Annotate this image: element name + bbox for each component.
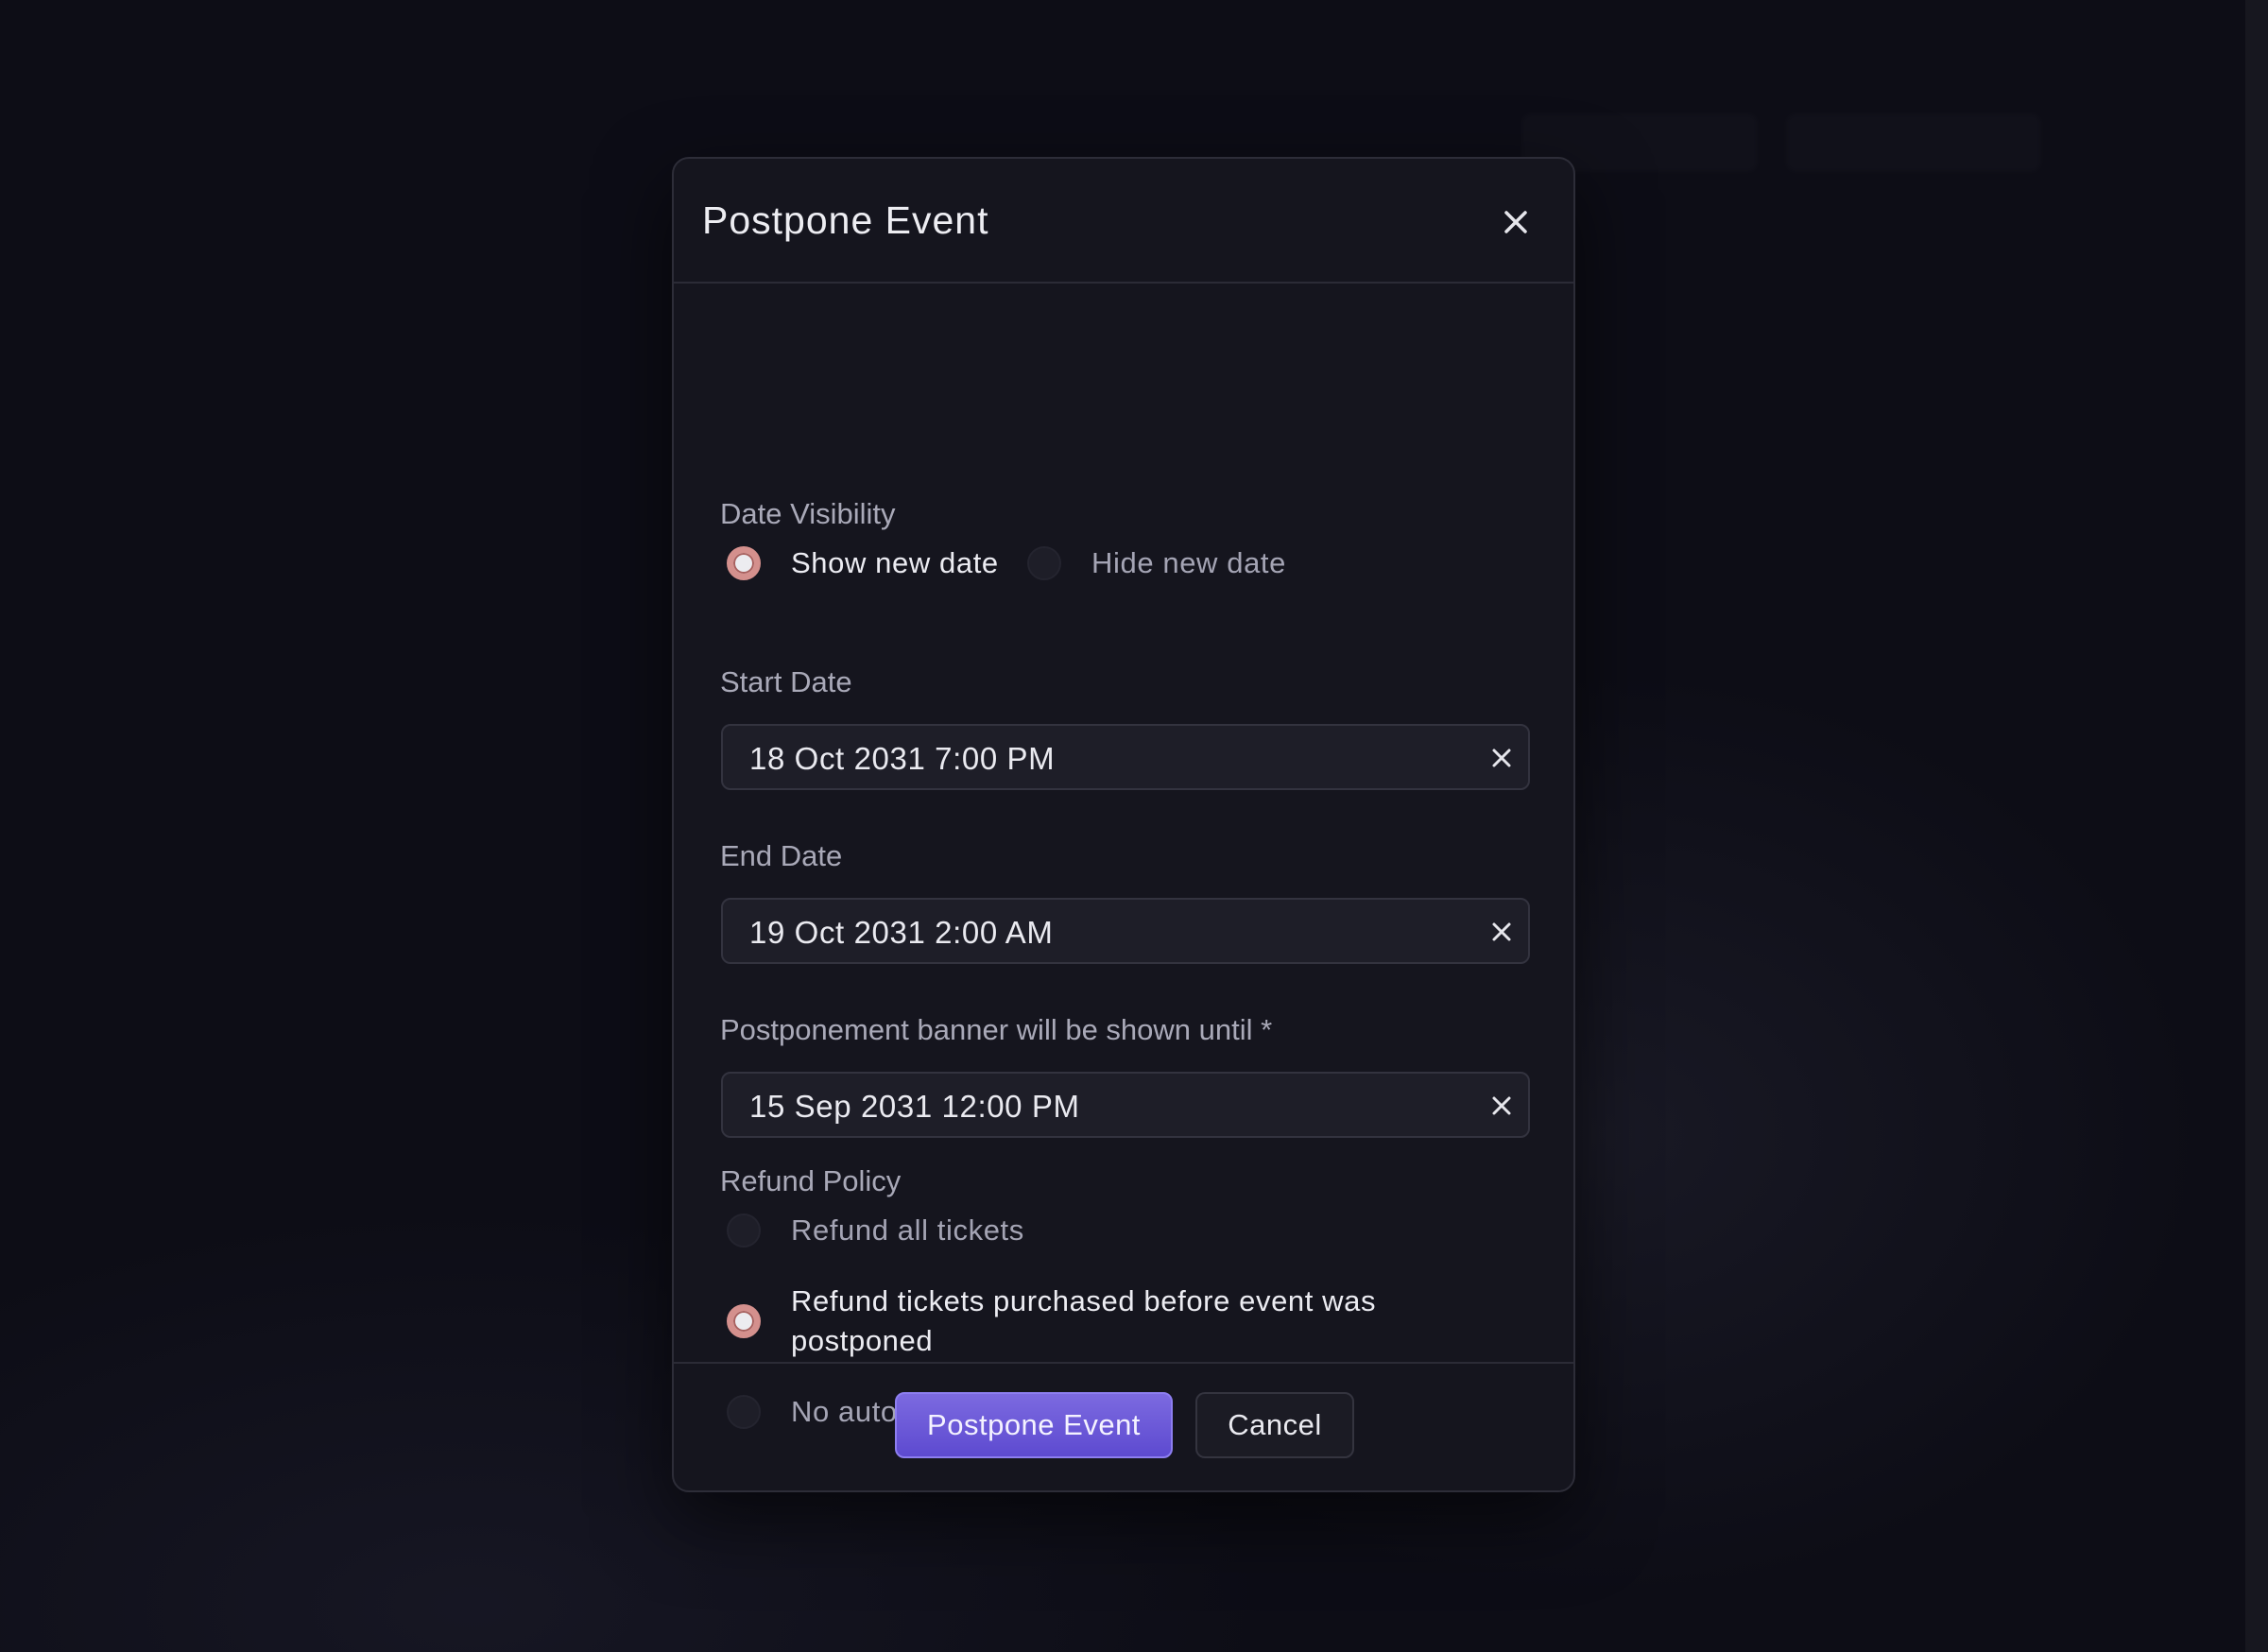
start-date-value: 18 Oct 2031 7:00 PM [749, 741, 1056, 776]
banner-until-input[interactable]: 15 Sep 2031 12:00 PM [721, 1072, 1530, 1138]
banner-until-label: Postponement banner will be shown until … [720, 1013, 1273, 1046]
end-date-value: 19 Oct 2031 2:00 AM [749, 915, 1054, 950]
postpone-event-dialog: Postpone Event Date Visibility Show new … [672, 157, 1575, 1492]
end-date-label: End Date [720, 839, 843, 872]
dialog-footer: Postpone Event Cancel [674, 1362, 1573, 1490]
dialog-header: Postpone Event [674, 159, 1573, 284]
radio-label: Refund all tickets [791, 1213, 1024, 1247]
radio-hide-new-date[interactable]: Hide new date [1027, 546, 1286, 580]
dialog-title: Postpone Event [702, 198, 989, 242]
close-button[interactable] [1500, 206, 1532, 238]
clear-start-date-button[interactable] [1490, 747, 1513, 769]
clear-icon [1492, 1096, 1511, 1115]
page-background: Postpone Event Date Visibility Show new … [0, 0, 2268, 1652]
start-date-label: Start Date [720, 665, 852, 698]
radio-refund-all[interactable]: Refund all tickets [727, 1213, 1024, 1248]
radio-label: Show new date [791, 546, 999, 579]
radio-indicator-selected[interactable] [727, 1304, 761, 1338]
clear-banner-until-button[interactable] [1490, 1094, 1513, 1117]
clear-icon [1492, 749, 1511, 767]
clear-icon [1492, 922, 1511, 941]
start-date-input[interactable]: 18 Oct 2031 7:00 PM [721, 724, 1530, 790]
radio-show-new-date[interactable]: Show new date [727, 546, 999, 580]
end-date-input[interactable]: 19 Oct 2031 2:00 AM [721, 898, 1530, 964]
radio-indicator[interactable] [727, 1213, 761, 1248]
radio-indicator-selected[interactable] [727, 546, 761, 580]
cancel-button[interactable]: Cancel [1195, 1392, 1354, 1458]
dialog-body: Date Visibility Show new date Hide new d… [674, 282, 1573, 1524]
clear-end-date-button[interactable] [1490, 921, 1513, 943]
radio-refund-before-postponed[interactable]: Refund tickets purchased before event wa… [727, 1282, 1445, 1361]
scrollbar[interactable] [2245, 0, 2268, 1652]
date-visibility-label: Date Visibility [720, 497, 896, 530]
refund-policy-label: Refund Policy [720, 1164, 902, 1197]
radio-label: Refund tickets purchased before event wa… [791, 1284, 1377, 1357]
postpone-event-button[interactable]: Postpone Event [895, 1392, 1173, 1458]
close-icon [1504, 211, 1527, 233]
radio-indicator[interactable] [1027, 546, 1061, 580]
banner-until-value: 15 Sep 2031 12:00 PM [749, 1089, 1080, 1124]
background-button-blurred [1786, 113, 2041, 172]
radio-label: Hide new date [1091, 546, 1286, 579]
